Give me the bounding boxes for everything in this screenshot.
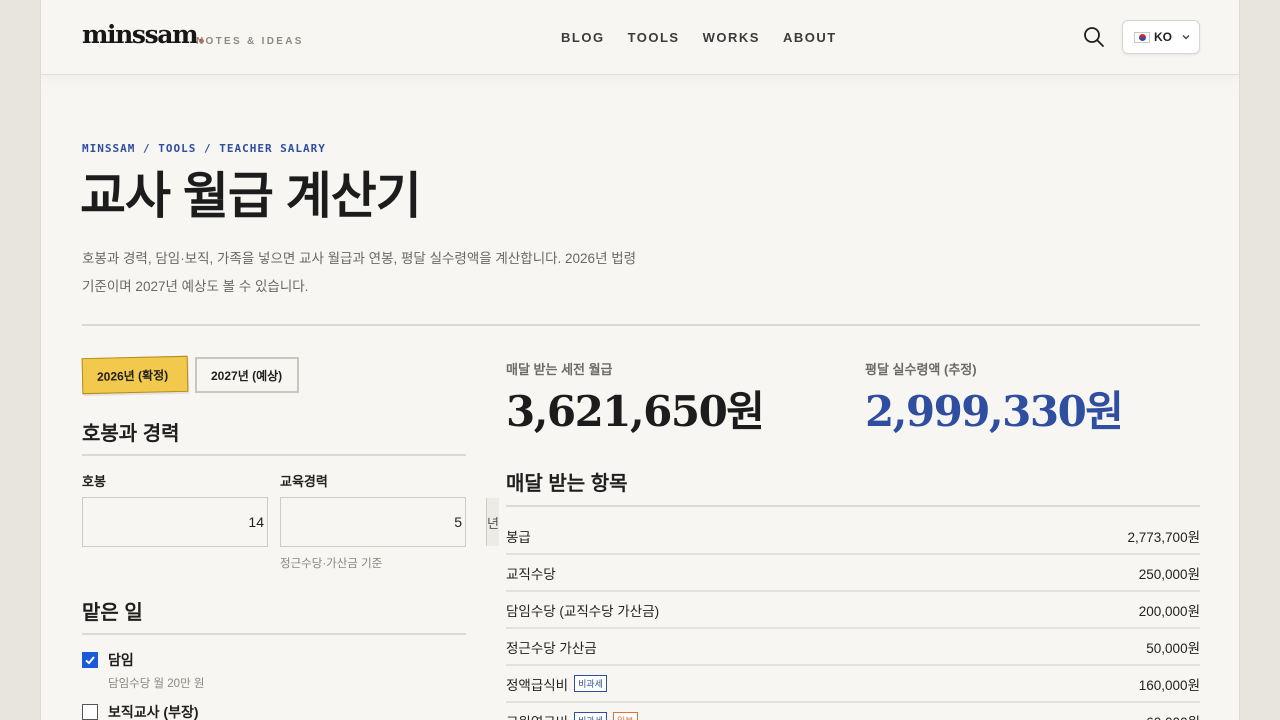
item-name: 교직수당 — [506, 566, 556, 582]
nav-blog[interactable]: BLOG — [561, 30, 605, 45]
tax-exempt-badge: 비과세 — [574, 712, 607, 720]
table-row: 정액급식비 비과세 160,000원 — [506, 666, 1200, 703]
breadcrumb[interactable]: MINSSAM / TOOLS / TEACHER SALARY — [82, 142, 326, 155]
tab-year-2026[interactable]: 2026년 (확정) — [81, 355, 189, 395]
item-amount: 2,773,700원 — [1127, 529, 1200, 545]
page-description: 호봉과 경력, 담임·보직, 가족을 넣으면 교사 월급과 연봉, 평달 실수령… — [82, 251, 637, 294]
table-row: 교원연구비 비과세 일부 60,000원 — [506, 703, 1200, 720]
item-name: 담임수당 (교직수당 가산금) — [506, 603, 660, 619]
item-name: 교원연구비 — [506, 711, 568, 720]
item-name-with-badge: 정액급식비 비과세 — [506, 674, 607, 694]
step-label: 호봉 — [82, 474, 106, 489]
section-divider — [82, 454, 466, 456]
table-row: 정근수당 가산금 50,000원 — [506, 629, 1200, 666]
korea-flag-icon — [1134, 31, 1150, 43]
homeroom-checkbox[interactable] — [82, 652, 98, 668]
item-amount: 60,000원 — [1146, 711, 1200, 720]
section-title-career: 호봉과 경력 — [82, 423, 180, 445]
net-salary-value: 2,999,330원 — [865, 387, 1124, 436]
item-name-with-badge: 교원연구비 비과세 일부 — [506, 711, 638, 720]
section-title-duty: 맡은 일 — [82, 602, 143, 624]
item-name: 봉급 — [506, 529, 531, 545]
head-teacher-option[interactable]: 보직교사 (부장) — [82, 702, 199, 720]
main-nav: BLOG TOOLS WORKS ABOUT — [561, 30, 860, 45]
monthly-items-divider — [506, 505, 1200, 507]
item-amount: 200,000원 — [1138, 603, 1200, 619]
homeroom-label: 담임 — [108, 652, 134, 668]
item-amount: 50,000원 — [1146, 640, 1200, 656]
table-row: 봉급 2,773,700원 — [506, 518, 1200, 555]
career-label: 교육경력 — [280, 474, 328, 489]
gross-salary-value: 3,621,650원 — [506, 387, 765, 436]
gross-salary-label: 매달 받는 세전 월급 — [506, 362, 613, 377]
tab-year-2027[interactable]: 2027년 (예상) — [195, 357, 299, 393]
monthly-items-title: 매달 받는 항목 — [506, 473, 628, 495]
partial-badge: 일부 — [612, 712, 638, 720]
step-field: 호봉 — [82, 497, 301, 547]
nav-works[interactable]: WORKS — [703, 30, 760, 45]
language-code: KO — [1154, 30, 1172, 44]
career-input[interactable] — [281, 498, 486, 546]
item-name: 정근수당 가산금 — [506, 640, 597, 656]
title-divider — [82, 324, 1200, 326]
step-input[interactable] — [83, 498, 288, 546]
search-icon — [1084, 27, 1104, 47]
career-unit: 년 — [486, 498, 499, 546]
page: minssam. NOTES & IDEAS BLOG TOOLS WORKS … — [40, 0, 1240, 720]
nav-tools[interactable]: TOOLS — [628, 30, 680, 45]
check-icon — [85, 656, 95, 665]
language-selector[interactable]: KO — [1122, 20, 1200, 54]
item-name: 정액급식비 — [506, 677, 569, 693]
item-amount: 160,000원 — [1138, 677, 1200, 693]
career-hint: 정근수당·가산금 기준 — [280, 558, 383, 570]
site-tagline: NOTES & IDEAS — [196, 36, 304, 47]
page-title: 교사 월급 계산기 — [80, 168, 422, 224]
site-header: minssam. NOTES & IDEAS BLOG TOOLS WORKS … — [41, 0, 1239, 75]
homeroom-sub: 담임수당 월 20만 원 — [108, 678, 205, 690]
table-row: 담임수당 (교직수당 가산금) 200,000원 — [506, 592, 1200, 629]
site-logo[interactable]: minssam. — [82, 20, 206, 49]
table-row: 교직수당 250,000원 — [506, 555, 1200, 592]
nav-about[interactable]: ABOUT — [783, 30, 837, 45]
net-salary-label: 평달 실수령액 (추정) — [865, 362, 977, 377]
homeroom-option[interactable]: 담임 담임수당 월 20만 원 — [82, 650, 204, 691]
head-teacher-label: 보직교사 (부장) — [108, 704, 199, 720]
tax-exempt-badge: 비과세 — [574, 675, 607, 692]
chevron-down-icon — [1182, 35, 1190, 40]
search-button[interactable] — [1083, 26, 1105, 48]
item-amount: 250,000원 — [1138, 566, 1200, 582]
logo-text[interactable]: minssam — [82, 20, 199, 49]
career-field: 년 — [280, 497, 499, 547]
section-divider — [82, 633, 466, 635]
head-teacher-checkbox[interactable] — [82, 704, 98, 720]
